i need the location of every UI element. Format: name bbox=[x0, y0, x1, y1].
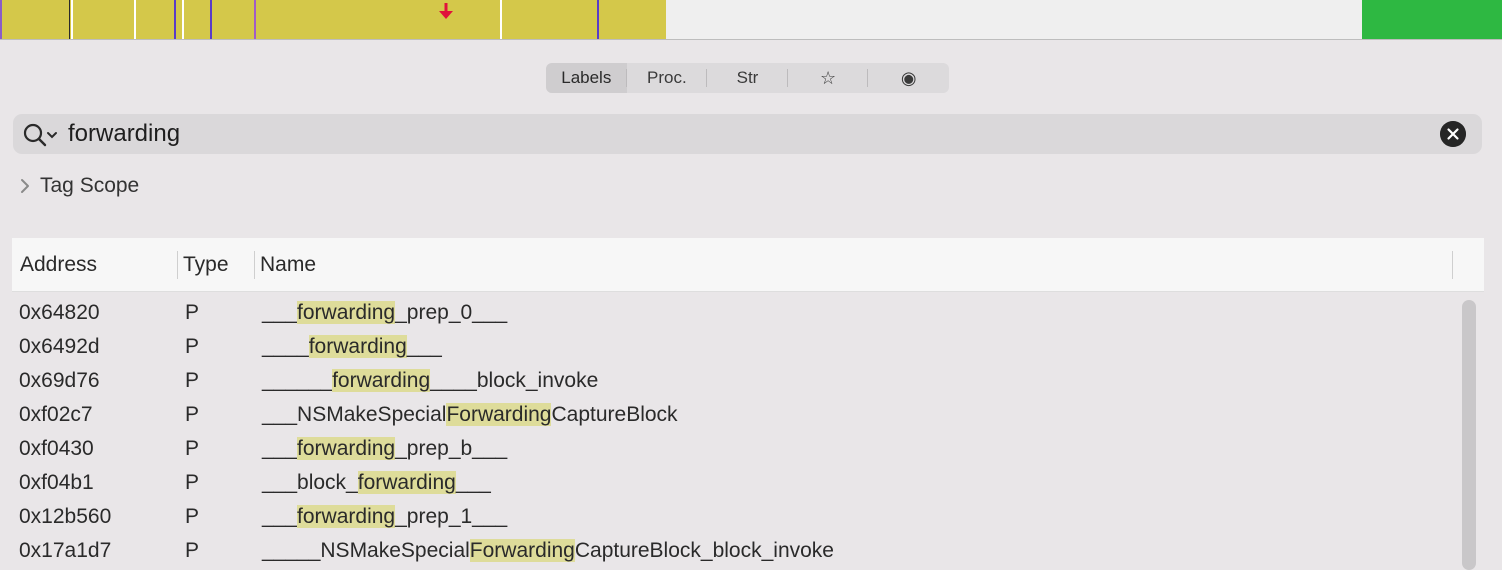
vertical-scrollbar[interactable] bbox=[1462, 300, 1476, 570]
type-cell: P bbox=[185, 301, 200, 324]
name-cell: ____forwarding___ bbox=[262, 335, 442, 358]
address-cell: 0x69d76 bbox=[19, 369, 100, 392]
tag-scope-label: Tag Scope bbox=[40, 174, 140, 197]
name-cell: ___NSMakeSpecialForwardingCaptureBlock bbox=[262, 403, 678, 426]
table-row[interactable]: 0x17a1d7 P _____NSMakeSpecialForwardingCap… bbox=[12, 534, 1452, 568]
nav-divider bbox=[69, 0, 70, 39]
chevron-right-icon[interactable] bbox=[18, 178, 32, 194]
cursor-position-icon bbox=[439, 3, 453, 19]
column-header-type[interactable]: Type bbox=[183, 238, 229, 292]
address-cell: 0x12b560 bbox=[19, 505, 112, 528]
tab-radio-dot[interactable]: ◉ bbox=[868, 63, 949, 93]
search-match-highlight: forwarding bbox=[332, 369, 431, 392]
search-match-highlight: Forwarding bbox=[469, 539, 575, 562]
tab-star[interactable]: ☆ bbox=[788, 63, 869, 93]
column-divider[interactable] bbox=[1452, 251, 1453, 279]
tab-label: Str bbox=[736, 68, 759, 87]
table-row[interactable]: 0xf0430 P ___forwarding_prep_b___ bbox=[12, 432, 1452, 466]
address-cell: 0x17a1d7 bbox=[19, 539, 112, 562]
search-input[interactable] bbox=[68, 114, 1428, 154]
type-cell: P bbox=[185, 369, 200, 392]
search-match-highlight: forwarding bbox=[308, 335, 407, 358]
search-icon[interactable] bbox=[22, 123, 72, 147]
search-field[interactable] bbox=[13, 114, 1482, 154]
table-header: Address Type Name bbox=[12, 238, 1484, 292]
nav-divider bbox=[0, 0, 2, 39]
sidebar-mode-selector[interactable]: Labels Proc. Str ☆ ◉ bbox=[546, 63, 949, 93]
column-header-name[interactable]: Name bbox=[260, 238, 316, 292]
address-cell: 0xf04b1 bbox=[19, 471, 94, 494]
name-cell: ___forwarding_prep_b___ bbox=[262, 437, 508, 460]
table-row[interactable]: 0x12b560 P ___forwarding_prep_1___ bbox=[12, 500, 1452, 534]
table-body: 0x64820 P ___forwarding_prep_0___ 0x6492d P _… bbox=[12, 296, 1452, 568]
table-row[interactable]: 0x69d76 P ______forwarding____block_invoke bbox=[12, 364, 1452, 398]
name-cell: _____NSMakeSpecialForwardingCaptureBlock… bbox=[262, 539, 834, 562]
name-cell: ___forwarding_prep_1___ bbox=[262, 505, 508, 528]
tab-str[interactable]: Str bbox=[707, 63, 788, 93]
tab-proc[interactable]: Proc. bbox=[627, 63, 708, 93]
clear-search-icon[interactable] bbox=[1440, 121, 1466, 147]
type-cell: P bbox=[185, 505, 200, 528]
labels-table[interactable]: Address Type Name 0x64820 P ___forwarding_… bbox=[12, 238, 1484, 570]
column-divider[interactable] bbox=[254, 251, 255, 279]
table-row[interactable]: 0x64820 P ___forwarding_prep_0___ bbox=[12, 296, 1452, 330]
tag-scope-disclosure[interactable]: Tag Scope bbox=[18, 172, 139, 200]
tab-labels[interactable]: Labels bbox=[546, 63, 627, 93]
name-cell: ___forwarding_prep_0___ bbox=[262, 301, 508, 324]
table-row[interactable]: 0xf04b1 P ___block_forwarding___ bbox=[12, 466, 1452, 500]
table-row[interactable]: 0x6492d P ____forwarding___ bbox=[12, 330, 1452, 364]
search-match-highlight: forwarding bbox=[357, 471, 456, 494]
tab-label: Labels bbox=[561, 68, 612, 87]
search-match-highlight: Forwarding bbox=[446, 403, 552, 426]
nav-divider bbox=[500, 0, 502, 39]
type-cell: P bbox=[185, 335, 200, 358]
nav-segment-empty bbox=[666, 0, 1362, 39]
type-cell: P bbox=[185, 471, 200, 494]
search-match-highlight: forwarding bbox=[297, 437, 396, 460]
address-cell: 0xf0430 bbox=[19, 437, 94, 460]
nav-divider bbox=[134, 0, 136, 39]
address-cell: 0x6492d bbox=[19, 335, 100, 358]
type-cell: P bbox=[185, 403, 200, 426]
nav-segment-code bbox=[0, 0, 666, 39]
navigation-bar[interactable] bbox=[0, 0, 1502, 40]
type-cell: P bbox=[185, 437, 200, 460]
nav-divider bbox=[71, 0, 73, 39]
name-cell: ______forwarding____block_invoke bbox=[262, 369, 599, 392]
address-cell: 0xf02c7 bbox=[19, 403, 93, 426]
search-match-highlight: forwarding bbox=[297, 301, 396, 324]
table-row[interactable]: 0xf02c7 P ___NSMakeSpecialForwardingCaptur… bbox=[12, 398, 1452, 432]
column-divider[interactable] bbox=[177, 251, 178, 279]
type-cell: P bbox=[185, 539, 200, 562]
search-match-highlight: forwarding bbox=[297, 505, 396, 528]
star-icon: ☆ bbox=[820, 67, 837, 88]
radio-dot-icon: ◉ bbox=[900, 67, 917, 88]
nav-divider bbox=[210, 0, 212, 39]
nav-divider bbox=[254, 0, 256, 39]
nav-divider bbox=[174, 0, 176, 39]
nav-divider bbox=[182, 0, 184, 39]
column-header-address[interactable]: Address bbox=[20, 238, 97, 292]
nav-divider bbox=[597, 0, 599, 39]
nav-segment-data bbox=[1362, 0, 1502, 39]
tab-label: Proc. bbox=[647, 68, 687, 87]
name-cell: ___block_forwarding___ bbox=[262, 471, 491, 494]
address-cell: 0x64820 bbox=[19, 301, 100, 324]
